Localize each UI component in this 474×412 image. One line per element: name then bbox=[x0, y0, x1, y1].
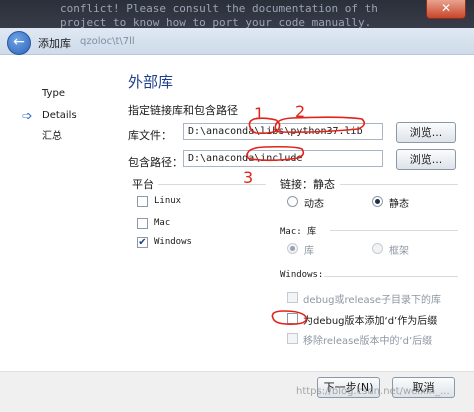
remove-release-suffix-checkbox[interactable] bbox=[287, 333, 298, 344]
windows-divider bbox=[324, 276, 458, 277]
sidebar-item-summary: 汇总 bbox=[42, 131, 62, 142]
current-step-arrow-icon: ➩ bbox=[22, 109, 33, 124]
back-arrow-icon: ← bbox=[13, 34, 25, 50]
window-subtitle: qzoloc\t\7ll bbox=[80, 36, 135, 47]
platform-label: 平台 bbox=[132, 178, 154, 191]
debug-suffix-checkbox[interactable] bbox=[287, 313, 298, 324]
linkage-label: 链接：静态 bbox=[280, 178, 335, 191]
windows-checkbox[interactable]: ✔ bbox=[137, 237, 148, 248]
static-radio[interactable] bbox=[372, 196, 383, 207]
subdir-checkbox[interactable] bbox=[287, 292, 298, 303]
windows-label: Windows bbox=[154, 237, 192, 247]
dynamic-label: 动态 bbox=[304, 199, 324, 210]
mac-divider bbox=[330, 230, 458, 231]
library-radio-label: 库 bbox=[304, 246, 314, 257]
mac-checkbox[interactable] bbox=[137, 218, 148, 229]
include-browse-button[interactable]: 浏览... bbox=[396, 149, 456, 170]
linkage-divider bbox=[340, 184, 458, 185]
close-button[interactable]: ✕ bbox=[426, 0, 466, 19]
checkmark-icon: ✔ bbox=[138, 237, 147, 248]
linux-checkbox[interactable] bbox=[137, 196, 148, 207]
title-bar bbox=[0, 28, 474, 55]
annotation-number-2: 2 bbox=[295, 102, 306, 121]
radio-selected-dot bbox=[290, 246, 295, 251]
framework-radio-label: 框架 bbox=[389, 246, 409, 257]
page-subtitle: 指定链接库和包含路径 bbox=[128, 104, 238, 117]
annotation-number-1: 1 bbox=[254, 104, 265, 123]
windows-group-label: Windows: bbox=[280, 270, 324, 280]
back-button[interactable]: ← bbox=[7, 31, 31, 55]
wizard-content: Type ➩ Details 汇总 外部库 指定链接库和包含路径 库文件： D:… bbox=[0, 55, 474, 371]
close-icon: ✕ bbox=[440, 1, 452, 15]
dynamic-radio[interactable] bbox=[287, 196, 298, 207]
page-title: 外部库 bbox=[128, 73, 174, 91]
library-browse-button[interactable]: 浏览... bbox=[396, 122, 456, 143]
sidebar-item-type: Type bbox=[42, 88, 65, 99]
sidebar-item-details: Details bbox=[42, 110, 77, 121]
radio-selected-dot bbox=[375, 199, 380, 204]
remove-release-suffix-label: 移除release版本中的‘d’后缀 bbox=[303, 336, 433, 347]
include-path-label: 包含路径： bbox=[128, 156, 183, 169]
window-title: 添加库 bbox=[38, 37, 71, 50]
annotation-number-3: 3 bbox=[243, 168, 254, 187]
mac-label: Mac bbox=[154, 218, 171, 228]
library-radio[interactable] bbox=[287, 243, 298, 254]
subdir-label: debug或release子目录下的库 bbox=[303, 295, 441, 306]
include-path-input[interactable]: D:\anaconda\include bbox=[183, 150, 383, 167]
library-file-label: 库文件： bbox=[128, 129, 172, 142]
mac-group-label: Mac: 库 bbox=[280, 227, 317, 237]
framework-radio[interactable] bbox=[372, 243, 383, 254]
static-label: 静态 bbox=[389, 199, 409, 210]
debug-suffix-label: 为debug版本添加‘d’作为后缀 bbox=[303, 316, 438, 327]
watermark: https://blog.csdn.net/weixin_... bbox=[296, 386, 450, 397]
linux-label: Linux bbox=[154, 196, 182, 206]
library-file-input[interactable]: D:\anaconda\libs\python37.lib bbox=[183, 123, 383, 140]
